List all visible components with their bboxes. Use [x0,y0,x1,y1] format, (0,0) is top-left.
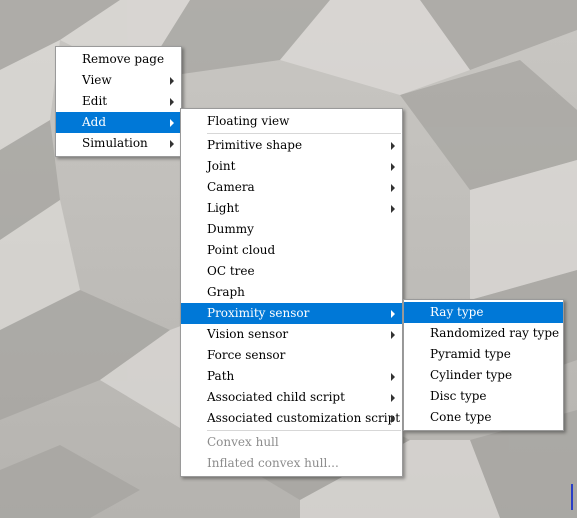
menu-item-proximity-sensor[interactable]: Proximity sensor [181,303,402,324]
menu-item-label: Dummy [207,222,254,236]
menu-item-view[interactable]: View [56,70,181,91]
menu-item-cylinder-type[interactable]: Cylinder type [404,365,563,386]
submenu-arrow-icon [170,98,174,106]
proximity-sensor-submenu: Ray type Randomized ray type Pyramid typ… [403,299,564,431]
menu-item-label: Add [82,115,107,129]
submenu-arrow-icon [170,77,174,85]
menu-item-label: Randomized ray type [430,326,560,340]
submenu-arrow-icon [391,163,395,171]
menu-item-ray-type[interactable]: Ray type [404,302,563,323]
menu-item-disc-type[interactable]: Disc type [404,386,563,407]
submenu-arrow-icon [391,415,395,423]
menu-item-label: Path [207,369,235,383]
menu-item-label: Associated customization script [207,411,401,425]
menu-item-label: Force sensor [207,348,286,362]
menu-item-camera[interactable]: Camera [181,177,402,198]
menu-item-label: Pyramid type [430,347,511,361]
menu-item-label: Edit [82,94,108,108]
submenu-arrow-icon [391,205,395,213]
menu-item-primitive-shape[interactable]: Primitive shape [181,135,402,156]
menu-item-edit[interactable]: Edit [56,91,181,112]
menu-separator [207,430,401,431]
menu-item-label: Inflated convex hull... [207,456,339,470]
submenu-arrow-icon [391,394,395,402]
menu-item-label: Simulation [82,136,148,150]
menu-item-label: Proximity sensor [207,306,310,320]
menu-item-label: Graph [207,285,245,299]
menu-item-label: Vision sensor [207,327,289,341]
submenu-arrow-icon [170,119,174,127]
context-menu: Remove page View Edit Add Simulation [55,46,182,157]
menu-item-label: Primitive shape [207,138,303,152]
menu-item-label: View [82,73,112,87]
add-submenu: Floating view Primitive shape Joint Came… [180,108,403,477]
submenu-arrow-icon [391,373,395,381]
menu-item-light[interactable]: Light [181,198,402,219]
submenu-arrow-icon [391,331,395,339]
viewport-corner-marker [571,484,577,510]
menu-item-label: Cone type [430,410,492,424]
menu-item-label: Joint [207,159,236,173]
menu-item-label: Convex hull [207,435,279,449]
submenu-arrow-icon [170,140,174,148]
menu-item-associated-customization-script[interactable]: Associated customization script [181,408,402,429]
menu-item-label: Light [207,201,240,215]
menu-item-cone-type[interactable]: Cone type [404,407,563,428]
menu-item-label: Camera [207,180,255,194]
menu-item-randomized-ray-type[interactable]: Randomized ray type [404,323,563,344]
menu-item-label: Associated child script [207,390,345,404]
menu-item-force-sensor[interactable]: Force sensor [181,345,402,366]
menu-item-inflated-convex-hull: Inflated convex hull... [181,453,402,474]
menu-item-floating-view[interactable]: Floating view [181,111,402,132]
menu-item-label: Remove page [82,52,165,66]
menu-item-associated-child-script[interactable]: Associated child script [181,387,402,408]
menu-item-label: Point cloud [207,243,276,257]
menu-item-simulation[interactable]: Simulation [56,133,181,154]
menu-item-remove-page[interactable]: Remove page [56,49,181,70]
menu-item-label: Ray type [430,305,484,319]
menu-item-label: OC tree [207,264,255,278]
menu-item-add[interactable]: Add [56,112,181,133]
menu-item-graph[interactable]: Graph [181,282,402,303]
menu-item-joint[interactable]: Joint [181,156,402,177]
submenu-arrow-icon [391,310,395,318]
menu-item-convex-hull: Convex hull [181,432,402,453]
menu-item-dummy[interactable]: Dummy [181,219,402,240]
menu-item-oc-tree[interactable]: OC tree [181,261,402,282]
menu-separator [207,133,401,134]
menu-item-path[interactable]: Path [181,366,402,387]
menu-item-point-cloud[interactable]: Point cloud [181,240,402,261]
submenu-arrow-icon [391,184,395,192]
menu-item-label: Disc type [430,389,487,403]
menu-item-label: Floating view [207,114,290,128]
menu-item-vision-sensor[interactable]: Vision sensor [181,324,402,345]
menu-item-label: Cylinder type [430,368,513,382]
submenu-arrow-icon [391,142,395,150]
menu-item-pyramid-type[interactable]: Pyramid type [404,344,563,365]
